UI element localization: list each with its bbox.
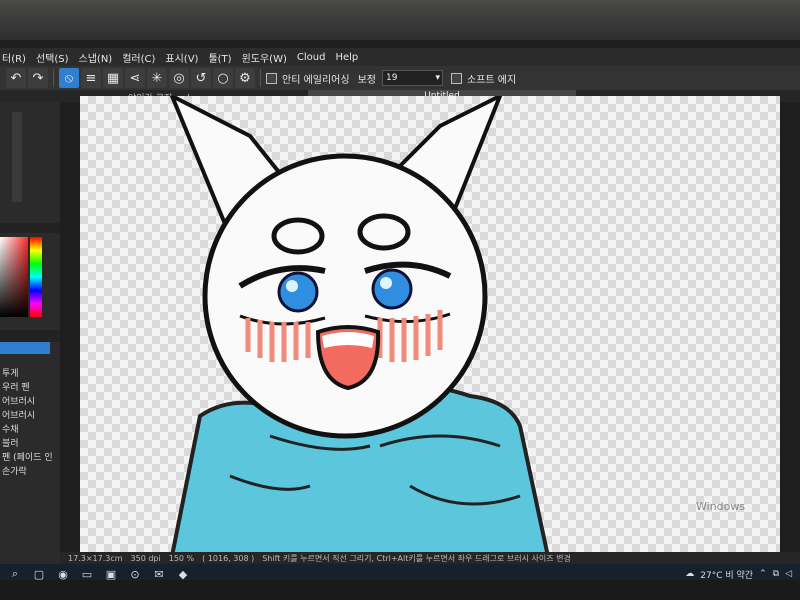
menu-filter[interactable]: 터(R) [2,50,26,65]
status-bar: 17.3×17.3cm 350 dpi 150 % ( 1016, 308 ) … [60,552,800,564]
windows-watermark: Windows [696,500,746,513]
soft-edge-label: 소프트 에지 [467,74,517,86]
head [202,153,488,439]
drawing-canvas[interactable] [80,96,780,566]
brush-list: 투게 우러 펜 어브러시 어브러시 수채 블러 펜 (페이드 인/아 손가락 [0,367,52,479]
concentric-snap-icon[interactable]: ◎ [169,68,189,88]
antialias-checkbox[interactable] [266,72,277,84]
zoom-level: 150 % [168,553,195,563]
color-panel-header [0,223,60,233]
canvas-size: 17.3×17.3cm [68,553,123,563]
antialias-label: 안티 에일리어싱 [282,74,350,86]
left-eye-highlight [286,280,298,292]
circle-snap-icon[interactable]: ○ [213,68,233,88]
volume-icon[interactable]: ◁ [785,569,792,579]
weather-icon: ☁ [685,569,695,579]
left-eye [277,271,319,313]
hue-slider[interactable] [30,237,42,317]
grid-snap-icon[interactable]: ▦ [103,68,123,88]
menu-snap[interactable]: 스냅(N) [79,50,113,65]
menu-select[interactable]: 선택(S) [36,50,69,65]
tray-chevron-icon[interactable]: ⌃ [759,569,767,579]
brush-item[interactable]: 손가락 [0,465,52,479]
right-eye [371,268,413,310]
curve-snap-icon[interactable]: ↺ [191,68,211,88]
brush-item[interactable]: 블러 [0,437,52,451]
monitor-bezel-bottom [0,580,800,600]
soft-edge-checkbox[interactable] [451,72,462,84]
menu-view[interactable]: 표시(V) [165,50,198,65]
menu-tool[interactable]: 툴(T) [208,50,231,65]
menu-window[interactable]: 윈도우(W) [242,50,287,65]
toolbar: ↶ ↷ ⦸ ≡ ▦ ⋖ ✳ ◎ ↺ ○ ⚙ 안티 에일리어싱 보정 19 소프트… [0,66,800,90]
monitor-bezel-top [0,0,800,42]
parallel-snap-icon[interactable]: ≡ [81,68,101,88]
menu-bar: 터(R) 선택(S) 스냅(N) 컬러(C) 표시(V) 툴(T) 윈도우(W)… [0,48,800,66]
brush-item[interactable]: 어브러시 [0,395,52,409]
color-picker-square[interactable] [0,237,28,317]
correction-select[interactable]: 19 [382,70,443,86]
menu-cloud[interactable]: Cloud [297,52,326,63]
toolbar-separator [260,69,261,87]
selected-brush-row[interactable] [0,342,50,354]
menu-color[interactable]: 컬러(C) [122,50,155,65]
panel-scrollbar[interactable] [12,112,22,202]
weather-text[interactable]: 27°C 비 약간 [700,568,753,581]
canvas-dpi: 350 dpi [130,553,161,563]
correction-label: 보정 [357,74,376,86]
radial-snap-icon[interactable]: ✳ [147,68,167,88]
no-snap-icon[interactable]: ⦸ [59,68,79,88]
left-eyebrow [271,217,325,255]
brush-item[interactable]: 투게 [0,367,52,381]
brush-item[interactable]: 우러 펜 [0,381,52,395]
network-icon[interactable]: ⧉ [773,569,779,579]
menu-help[interactable]: Help [335,52,358,63]
left-panel: 투게 우러 펜 어브러시 어브러시 수채 블러 펜 (페이드 인/아 손가락 ▭… [0,102,60,583]
brush-item[interactable]: 수채 [0,423,52,437]
character-drawing [167,96,553,566]
redo-icon[interactable]: ↷ [28,68,48,88]
brush-panel-header [0,330,60,342]
brush-item[interactable]: 펜 (페이드 인/아 [0,451,52,465]
toolbar-separator [53,69,54,87]
perspective-snap-icon[interactable]: ⋖ [125,68,145,88]
snap-settings-gear-icon[interactable]: ⚙ [235,68,255,88]
right-eyebrow [357,213,411,251]
undo-icon[interactable]: ↶ [6,68,26,88]
right-eye-highlight [380,277,392,289]
brush-item[interactable]: 어브러시 [0,409,52,423]
status-hint: Shift 키를 누르면서 직선 그리기, Ctrl+Alt키를 누르면서 좌우… [262,553,571,563]
cursor-coords: ( 1016, 308 ) [202,553,255,563]
